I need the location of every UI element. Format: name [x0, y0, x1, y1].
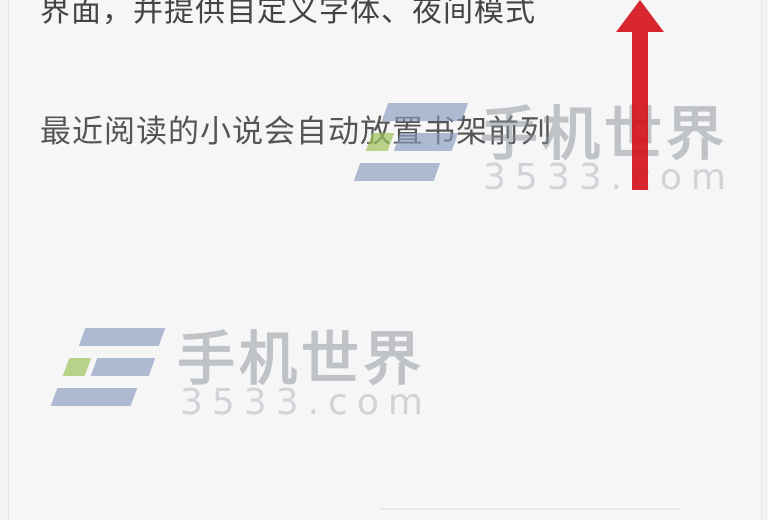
feature-description-text: 界面，并提供自定义字体、夜间模式 — [40, 0, 536, 29]
bottom-divider — [380, 508, 680, 510]
reader-screen: 界面，并提供自定义字体、夜间模式 最近阅读的小说会自动放置书架前列 手机世界 3… — [0, 0, 768, 520]
bookshelf-hint-text: 最近阅读的小说会自动放置书架前列 — [40, 114, 552, 150]
watermark-domain: 3533.com — [483, 157, 735, 198]
watermark-logo-icon — [353, 95, 475, 195]
arrow-up-icon — [616, 0, 664, 190]
watermark-logo-icon — [50, 320, 172, 420]
watermark-domain: 3533.com — [180, 382, 432, 423]
